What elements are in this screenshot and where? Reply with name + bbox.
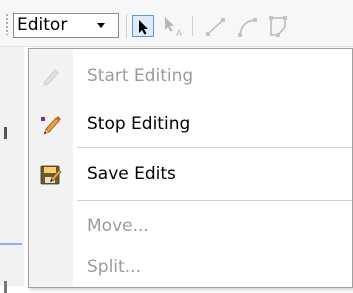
edit-tool-button[interactable] xyxy=(132,15,154,37)
toolbar-separator xyxy=(126,14,127,38)
toolbar-grip-handle[interactable] xyxy=(5,13,9,35)
select-arrow-icon xyxy=(139,20,148,35)
menu-item-stop-editing[interactable]: Stop Editing xyxy=(29,105,352,145)
background-divider xyxy=(0,243,22,245)
editor-menu-label: Editor xyxy=(17,15,68,35)
pencil-faded-icon xyxy=(43,69,59,86)
menu-item-start-editing[interactable]: Start Editing xyxy=(29,57,352,97)
editor-toolbar: Editor A xyxy=(0,0,353,47)
edit-annotation-icon[interactable]: A xyxy=(163,16,185,38)
chevron-down-icon xyxy=(97,23,105,28)
straight-segment-icon[interactable] xyxy=(205,16,227,38)
menu-separator xyxy=(77,200,352,201)
editor-dropdown-menu: Start Editing Stop Editing Save Edits Mo… xyxy=(28,48,353,288)
save-edits-icon xyxy=(40,165,62,185)
background-window-strip xyxy=(0,47,24,293)
pencil-icon xyxy=(41,116,61,135)
menu-item-label: Move... xyxy=(87,216,149,236)
menu-item-label: Save Edits xyxy=(87,164,176,184)
menu-item-split[interactable]: Split... xyxy=(29,248,352,288)
menu-item-label: Stop Editing xyxy=(87,114,191,134)
polygon-icon[interactable] xyxy=(266,15,290,39)
background-glyph xyxy=(4,127,7,139)
menu-item-label: Split... xyxy=(87,257,141,277)
menu-item-label: Start Editing xyxy=(87,66,194,86)
menu-separator xyxy=(77,147,352,148)
menu-item-move[interactable]: Move... xyxy=(29,207,352,247)
arc-segment-icon[interactable] xyxy=(237,16,259,38)
menu-item-save-edits[interactable]: Save Edits xyxy=(29,155,352,195)
svg-text:A: A xyxy=(176,29,183,38)
background-glyph xyxy=(4,281,7,293)
editor-menu-button[interactable]: Editor xyxy=(13,13,119,38)
toolbar-separator xyxy=(192,16,193,36)
